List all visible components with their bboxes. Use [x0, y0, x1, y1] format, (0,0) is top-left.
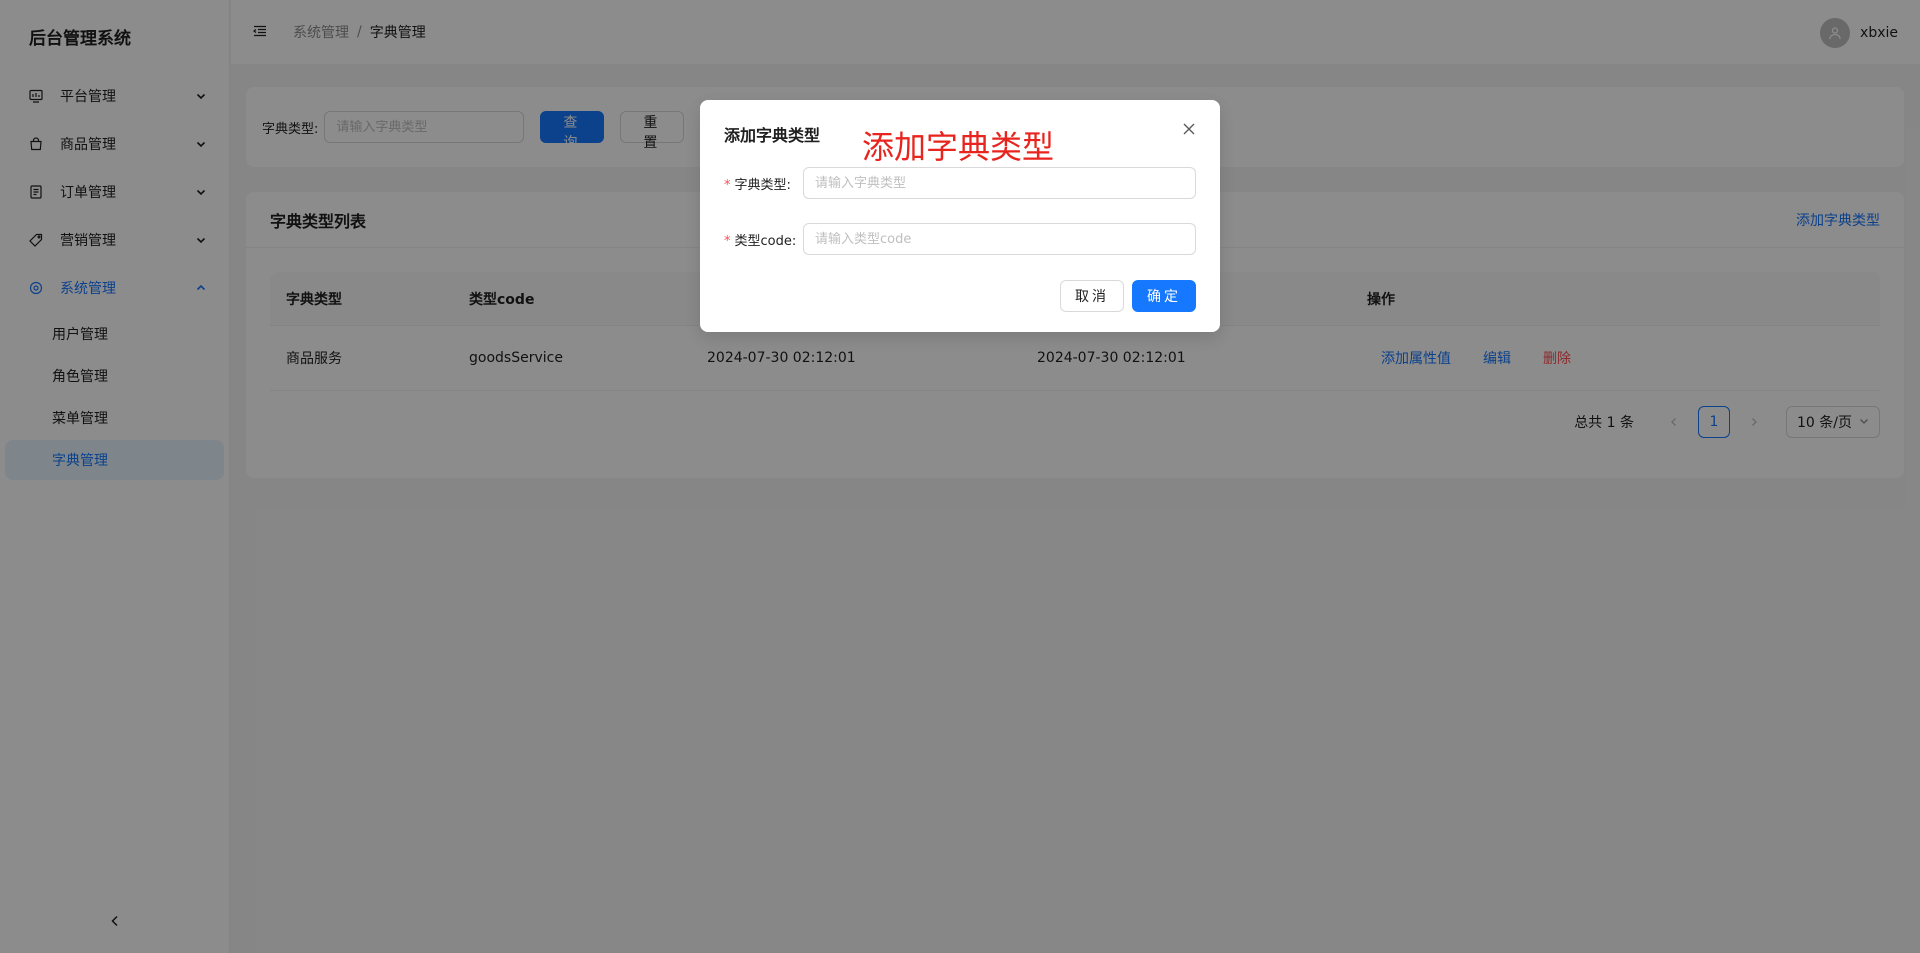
- form-row-type-code: * 类型code:: [724, 223, 1196, 255]
- form-row-dict-type: * 字典类型:: [724, 167, 1196, 199]
- add-dict-type-modal: 添加字典类型 添加字典类型 *字典类型: *类型code: 取消 确定: [700, 100, 1220, 332]
- dict-type-field[interactable]: [803, 167, 1196, 199]
- field-label-text: 类型code:: [734, 233, 797, 249]
- cancel-button[interactable]: 取消: [1060, 280, 1124, 312]
- confirm-button[interactable]: 确定: [1132, 280, 1196, 312]
- modal-footer: 取消 确定: [1060, 280, 1196, 312]
- field-label: * 类型code:: [724, 230, 803, 249]
- required-mark: *: [724, 177, 731, 193]
- required-mark: *: [724, 233, 731, 249]
- field-label: * 字典类型:: [724, 174, 803, 193]
- type-code-field[interactable]: [803, 223, 1196, 255]
- modal-title: 添加字典类型: [724, 126, 821, 145]
- annotation-text: 添加字典类型: [862, 128, 1055, 166]
- field-label-text: 字典类型:: [734, 177, 791, 193]
- close-icon[interactable]: [1178, 118, 1200, 140]
